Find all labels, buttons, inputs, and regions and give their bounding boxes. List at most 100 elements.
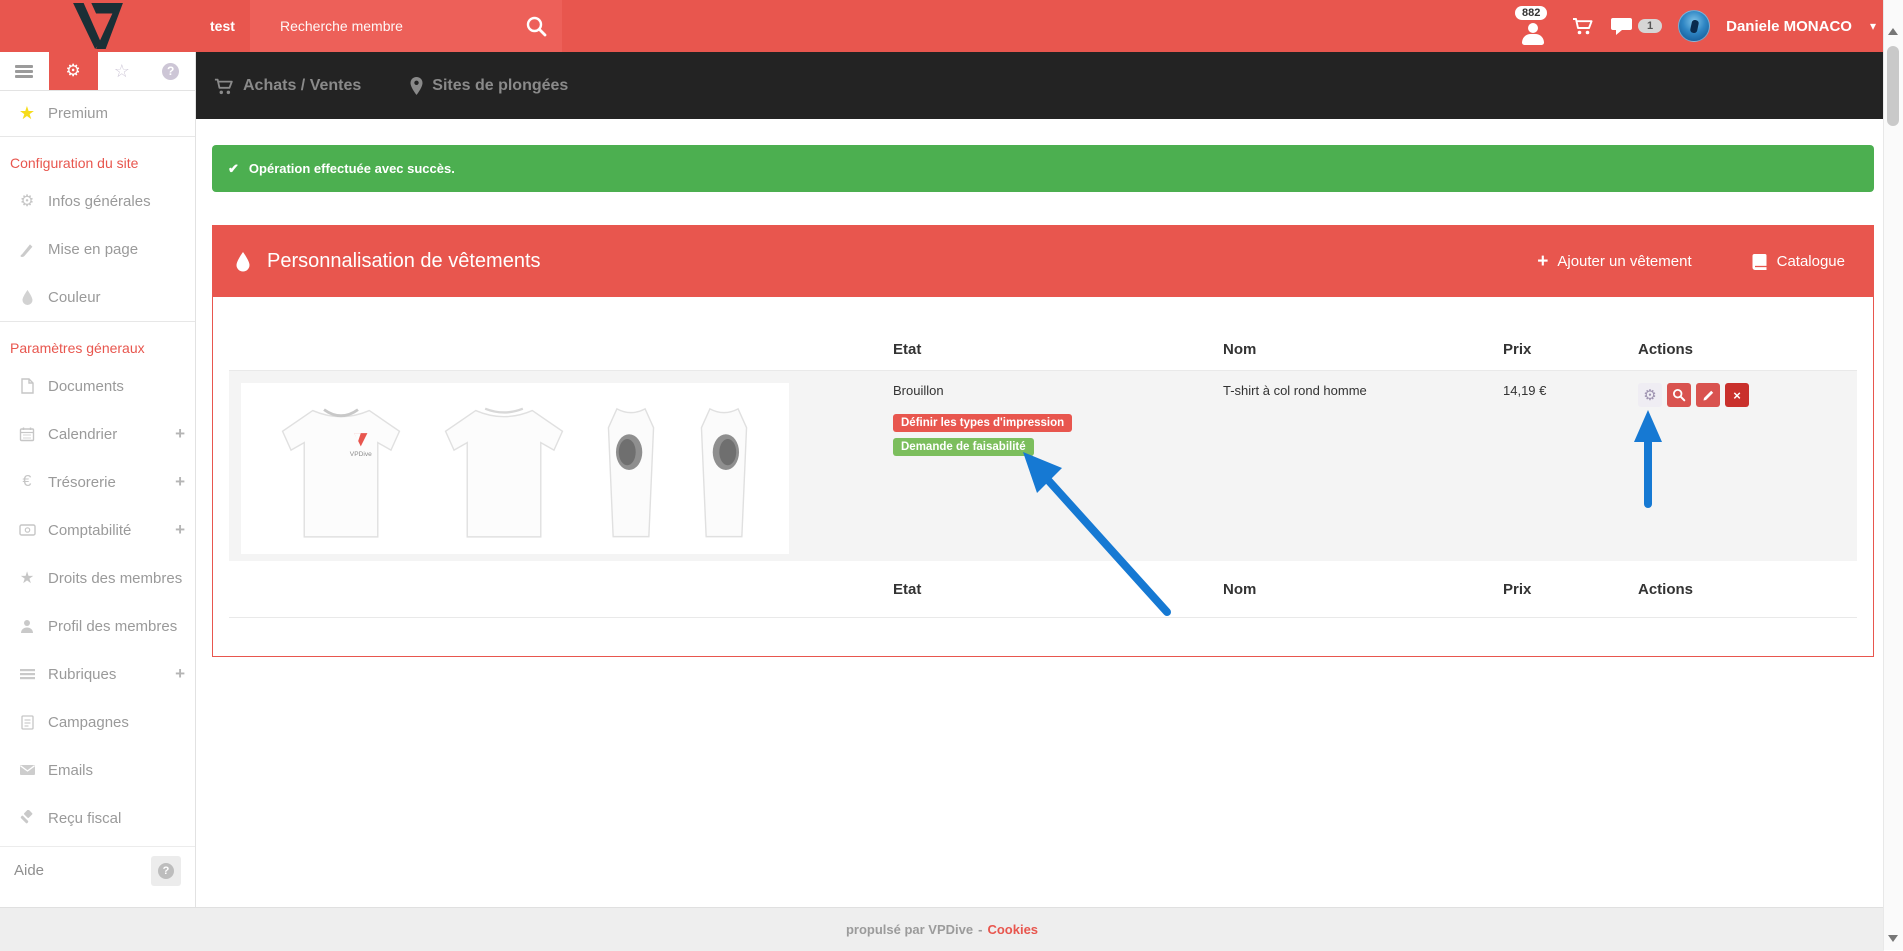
row-actions: ⚙ × — [1638, 383, 1845, 407]
tshirt-front-image: VPDive — [275, 393, 407, 545]
expand-plus-icon[interactable]: + — [175, 472, 185, 492]
tshirt-side-image — [600, 393, 662, 545]
map-pin-icon — [409, 76, 424, 96]
cart-icon[interactable] — [1570, 14, 1594, 38]
gear-icon: ⚙ — [66, 61, 81, 81]
sidebar-item-couleur[interactable]: Couleur — [0, 273, 195, 322]
avatar[interactable] — [1678, 10, 1710, 42]
check-icon: ✔ — [228, 161, 239, 177]
sidebar-item-mise-en-page[interactable]: Mise en page — [0, 225, 195, 273]
sidebar-item-infos-generales[interactable]: ⚙ Infos générales — [0, 177, 195, 225]
tshirt-back-image — [438, 393, 570, 545]
tab-favorites[interactable]: ☆ — [98, 52, 147, 90]
question-icon: ? — [162, 63, 179, 80]
success-alert: ✔ Opération effectuée avec succès. — [212, 145, 1874, 192]
col-nom: Nom — [1211, 341, 1491, 358]
panel-header: Personnalisation de vêtements + Ajouter … — [213, 226, 1873, 297]
calendar-icon — [16, 426, 38, 442]
vertical-scrollbar[interactable] — [1883, 0, 1903, 950]
chat-count-badge: 1 — [1638, 19, 1662, 33]
star-outline-icon: ☆ — [114, 61, 130, 82]
feasibility-request-button[interactable]: Demande de faisabilité — [893, 438, 1034, 456]
define-print-types-button[interactable]: Définir les types d'impression — [893, 414, 1072, 432]
notification-badge: 882 — [1515, 6, 1547, 20]
x-icon: × — [1733, 388, 1741, 403]
search-input[interactable] — [250, 0, 530, 52]
notifications-button[interactable]: 882 — [1514, 4, 1554, 48]
sidebar: ⚙ ☆ ? ★ Premium Configuration du site ⚙ … — [0, 52, 196, 907]
settings-action-button[interactable]: ⚙ — [1638, 383, 1662, 407]
add-clothing-button[interactable]: + Ajouter un vêtement — [1531, 251, 1697, 272]
sidebar-item-profil-des-membres[interactable]: Profil des membres — [0, 602, 195, 650]
list-icon — [16, 668, 38, 680]
tab-help[interactable]: ? — [146, 52, 195, 90]
star-icon: ★ — [16, 568, 38, 588]
tab-menu[interactable] — [0, 52, 49, 90]
expand-plus-icon[interactable]: + — [175, 664, 185, 684]
messages-button[interactable]: 1 — [1610, 16, 1662, 37]
book-icon — [1750, 253, 1768, 271]
help-button[interactable]: ? — [151, 856, 181, 886]
vpdive-logo-icon[interactable] — [71, 3, 125, 49]
sidebar-item-calendrier[interactable]: Calendrier + — [0, 410, 195, 458]
scroll-thumb[interactable] — [1887, 46, 1899, 126]
cart-icon — [213, 76, 235, 96]
search-icon[interactable] — [525, 15, 548, 38]
sidebar-item-documents[interactable]: Documents — [0, 362, 195, 410]
col-etat: Etat — [881, 341, 1211, 358]
clothing-panel: Personnalisation de vêtements + Ajouter … — [212, 225, 1874, 657]
envelope-icon — [16, 764, 38, 776]
sidebar-item-comptabilite[interactable]: Comptabilité + — [0, 506, 195, 554]
chat-bubble-icon — [1610, 16, 1634, 37]
site-name[interactable]: test — [210, 0, 235, 52]
scroll-down-arrow[interactable] — [1888, 935, 1898, 942]
sidebar-section-parametres: Paramètres géneraux — [0, 322, 195, 362]
alert-message: Opération effectuée avec succès. — [249, 161, 455, 176]
state-value: Brouillon — [893, 383, 1199, 398]
brush-icon — [16, 241, 38, 257]
sidebar-item-premium[interactable]: ★ Premium — [0, 91, 195, 137]
banknote-icon — [16, 524, 38, 536]
nav-sites-de-plongees[interactable]: Sites de plongées — [409, 76, 568, 96]
nav-achats-ventes[interactable]: Achats / Ventes — [213, 76, 361, 96]
clothing-table: Etat Nom Prix Actions VPDive — [229, 297, 1857, 656]
euro-icon: € — [16, 473, 38, 491]
sidebar-item-rubriques[interactable]: Rubriques + — [0, 650, 195, 698]
expand-plus-icon[interactable]: + — [175, 424, 185, 444]
main-content: Achats / Ventes Sites de plongées ✔ Opér… — [196, 52, 1884, 907]
edit-action-button[interactable] — [1696, 383, 1720, 407]
star-icon: ★ — [16, 103, 38, 124]
svg-text:VPDive: VPDive — [350, 450, 372, 457]
plus-icon: + — [1537, 252, 1548, 271]
col-prix: Prix — [1491, 341, 1626, 358]
col-actions: Actions — [1626, 341, 1857, 358]
sidebar-item-campagnes[interactable]: Campagnes — [0, 698, 195, 746]
powered-by: propulsé par VPDive — [846, 922, 973, 937]
catalogue-button[interactable]: Catalogue — [1744, 252, 1851, 272]
droplet-icon — [16, 289, 38, 305]
sidebar-item-tresorerie[interactable]: € Trésorerie + — [0, 458, 195, 506]
secondary-nav: Achats / Ventes Sites de plongées — [196, 52, 1884, 119]
tab-settings[interactable]: ⚙ — [49, 52, 98, 90]
file-text-icon — [16, 715, 38, 730]
sidebar-help-row: Aide ? — [0, 846, 195, 894]
delete-action-button[interactable]: × — [1725, 383, 1749, 407]
product-images[interactable]: VPDive — [241, 383, 789, 554]
magnifier-icon — [1672, 388, 1686, 402]
sidebar-tabs: ⚙ ☆ ? — [0, 52, 195, 91]
sidebar-item-droits-des-membres[interactable]: ★ Droits des membres — [0, 554, 195, 602]
chevron-down-icon[interactable]: ▾ — [1870, 19, 1876, 33]
sidebar-item-recu-fiscal[interactable]: Reçu fiscal — [0, 794, 195, 842]
scroll-up-arrow[interactable] — [1888, 28, 1898, 35]
user-menu[interactable]: Daniele MONACO — [1726, 18, 1852, 35]
view-action-button[interactable] — [1667, 383, 1691, 407]
cookies-link[interactable]: Cookies — [987, 922, 1038, 937]
expand-plus-icon[interactable]: + — [175, 520, 185, 540]
table-footer-row: Etat Nom Prix Actions — [229, 561, 1857, 618]
page-footer: propulsé par VPDive - Cookies — [0, 907, 1884, 951]
top-header: test 882 1 Daniele MONACO ▾ — [0, 0, 1884, 52]
gear-icon: ⚙ — [16, 191, 38, 211]
hamburger-icon — [15, 63, 33, 80]
col-nom: Nom — [1211, 581, 1491, 598]
sidebar-item-emails[interactable]: Emails — [0, 746, 195, 794]
